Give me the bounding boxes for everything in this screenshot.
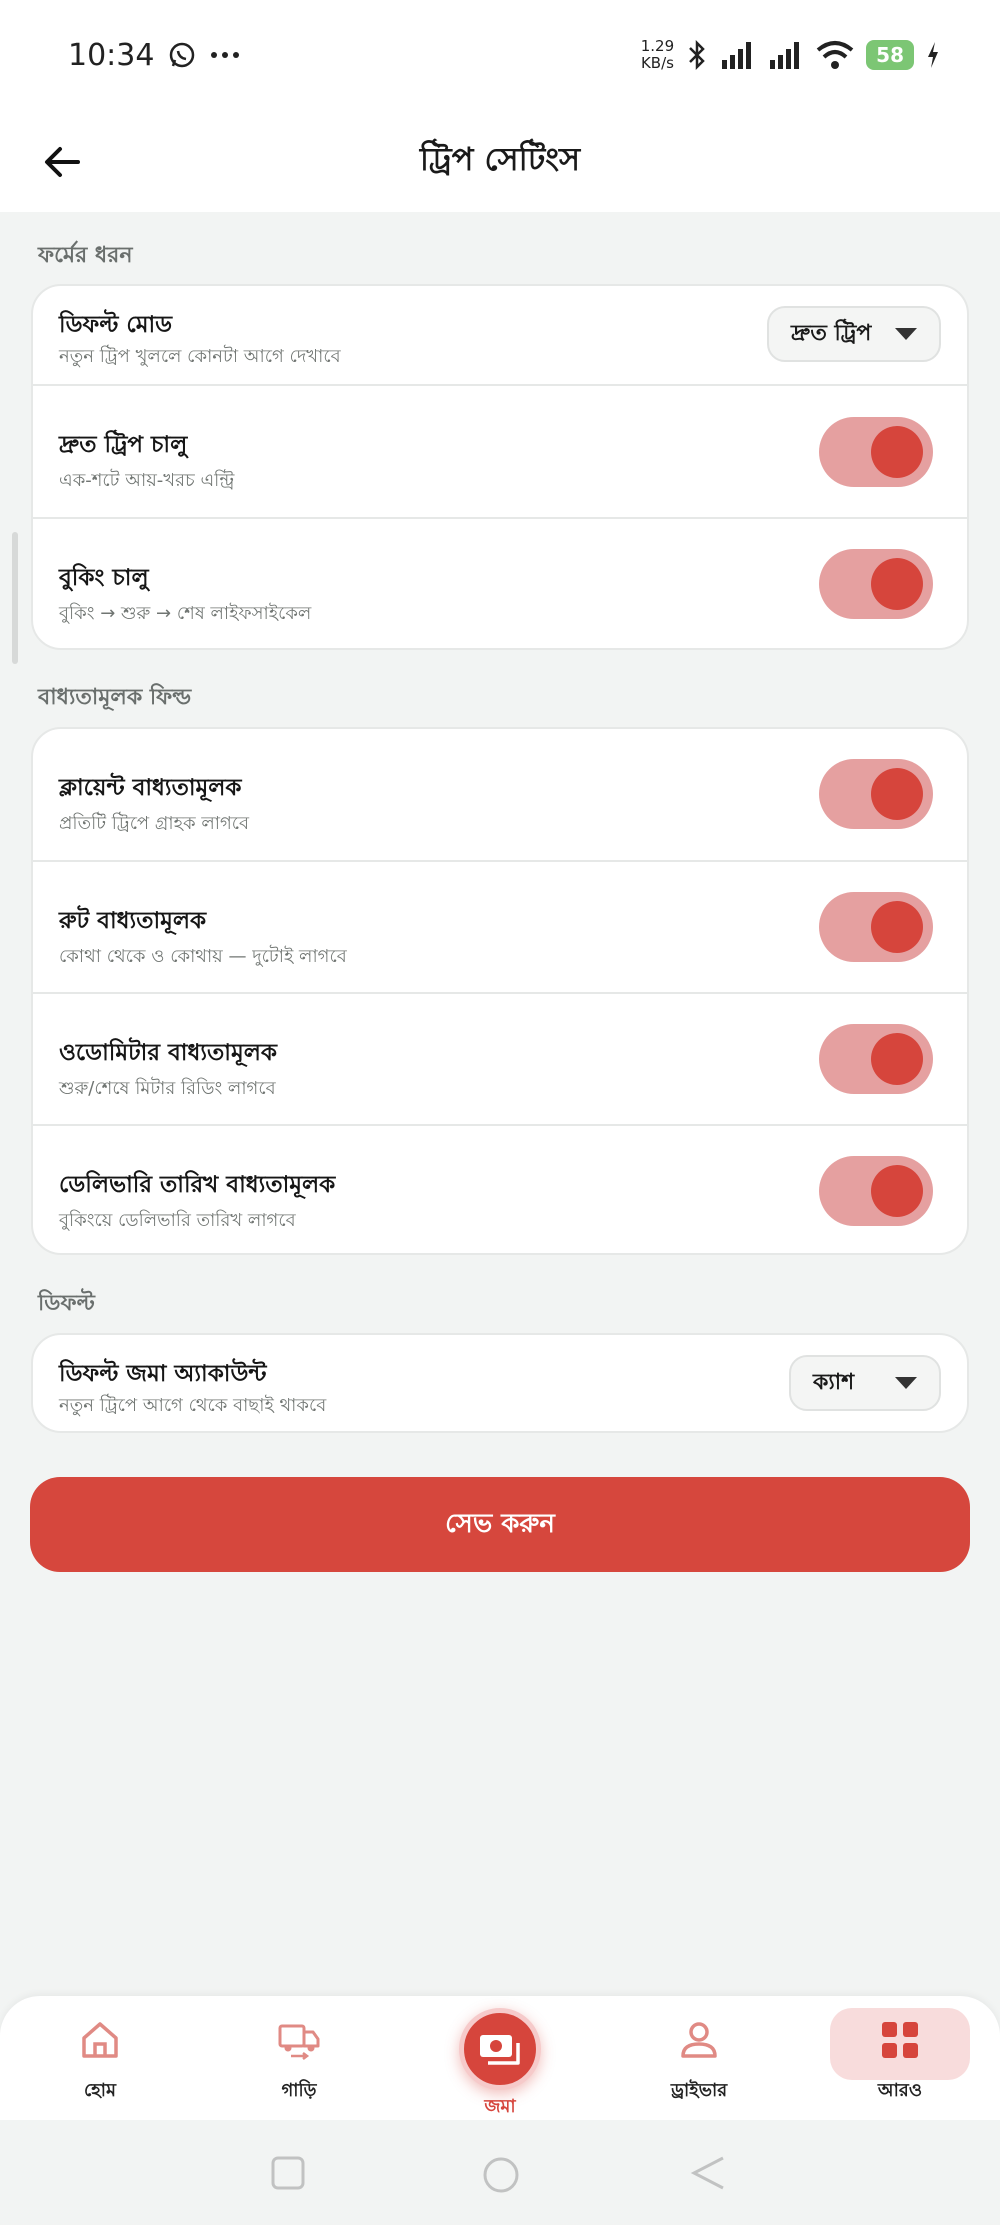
client-required-title: ক্লায়েন্ট বাধ্যতামূলক bbox=[59, 775, 242, 801]
status-time: 10:34 bbox=[68, 37, 155, 73]
card-defaults: ডিফল্ট জমা অ্যাকাউন্ট নতুন ট্রিপে আগে থে… bbox=[31, 1333, 969, 1433]
odometer-required-subtitle: শুরু/শেষে মিটার রিডিং লাগবে bbox=[59, 1078, 276, 1099]
route-required-toggle[interactable] bbox=[819, 892, 933, 962]
truck-icon bbox=[278, 2024, 320, 2060]
nav-deposit-fab[interactable] bbox=[459, 2008, 541, 2090]
wifi-icon bbox=[816, 41, 854, 69]
default-mode-title: ডিফল্ট মোড bbox=[59, 312, 173, 338]
row-odometer-required: ওডোমিটার বাধ্যতামূলক শুরু/শেষে মিটার রিড… bbox=[33, 994, 967, 1126]
quick-trip-title: দ্রুত ট্রিপ চালু bbox=[59, 432, 188, 458]
route-required-subtitle: কোথা থেকে ও কোথায় — দুটোই লাগবে bbox=[59, 946, 347, 967]
charging-icon bbox=[928, 42, 938, 68]
toggle-knob bbox=[871, 426, 923, 478]
money-icon bbox=[480, 2035, 520, 2065]
nav-vehicles[interactable]: গাড়ি bbox=[229, 1996, 369, 2120]
nav-more[interactable]: আরও bbox=[830, 1996, 970, 2120]
odometer-required-title: ওডোমিটার বাধ্যতামূলক bbox=[59, 1040, 277, 1066]
default-mode-value: দ্রুত ট্রিপ bbox=[791, 320, 872, 346]
nav-more-label: আরও bbox=[877, 2080, 923, 2101]
net-speed: 1.29 KB/s bbox=[641, 38, 674, 72]
home-button-icon[interactable] bbox=[481, 2155, 521, 2195]
recent-apps-icon[interactable] bbox=[270, 2155, 306, 2191]
section-label-form-type: ফর্মের ধরন bbox=[38, 243, 133, 268]
battery-level: 58 bbox=[876, 43, 904, 67]
quick-trip-toggle[interactable] bbox=[819, 417, 933, 487]
card-mandatory: ক্লায়েন্ট বাধ্যতামূলক প্রতিটি ট্রিপে গ্… bbox=[31, 727, 969, 1255]
default-mode-dropdown[interactable]: দ্রুত ট্রিপ bbox=[767, 306, 941, 362]
booking-toggle[interactable] bbox=[819, 549, 933, 619]
toggle-knob bbox=[871, 558, 923, 610]
deposit-account-subtitle: নতুন ট্রিপে আগে থেকে বাছাই থাকবে bbox=[59, 1395, 327, 1416]
nav-deposit-label: জমা bbox=[484, 2096, 516, 2117]
back-button-icon[interactable] bbox=[690, 2155, 726, 2191]
section-label-mandatory: বাধ্যতামূলক ফিল্ড bbox=[38, 685, 192, 710]
home-icon bbox=[82, 2022, 118, 2058]
default-mode-subtitle: নতুন ট্রিপ খুললে কোনটা আগে দেখাবে bbox=[59, 346, 341, 367]
status-right: 1.29 KB/s 58 bbox=[641, 38, 940, 72]
nav-driver-label: ড্রাইভার bbox=[670, 2080, 728, 2101]
section-label-defaults: ডিফল্ট bbox=[38, 1291, 95, 1316]
nav-vehicles-label: গাড়ি bbox=[281, 2080, 317, 2101]
page-title: ট্রিপ সেটিংস bbox=[419, 140, 581, 178]
delivery-date-required-title: ডেলিভারি তারিখ বাধ্যতামূলক bbox=[59, 1172, 336, 1198]
nav-home[interactable]: হোম bbox=[30, 1996, 170, 2120]
row-booking: বুকিং চালু বুকিং → শুরু → শেষ লাইফসাইকেল bbox=[33, 519, 967, 648]
whatsapp-icon bbox=[170, 42, 195, 68]
save-button[interactable]: সেভ করুন bbox=[30, 1477, 970, 1572]
card-form-type: ডিফল্ট মোড নতুন ট্রিপ খুললে কোনটা আগে দে… bbox=[31, 284, 969, 650]
signal-icon bbox=[722, 42, 752, 69]
client-required-toggle[interactable] bbox=[819, 759, 933, 829]
status-left: 10:34 bbox=[68, 38, 240, 73]
user-icon bbox=[681, 2022, 717, 2058]
nav-driver[interactable]: ড্রাইভার bbox=[629, 1996, 769, 2120]
row-default-deposit-account: ডিফল্ট জমা অ্যাকাউন্ট নতুন ট্রিপে আগে থে… bbox=[33, 1335, 967, 1431]
net-speed-value: 1.29 bbox=[640, 37, 675, 55]
grid-icon bbox=[882, 2022, 918, 2058]
booking-title: বুকিং চালু bbox=[59, 565, 149, 591]
toggle-knob bbox=[871, 768, 923, 820]
odometer-required-toggle[interactable] bbox=[819, 1024, 933, 1094]
scrollbar[interactable] bbox=[12, 532, 18, 664]
chevron-down-icon bbox=[895, 1377, 917, 1389]
row-default-mode: ডিফল্ট মোড নতুন ট্রিপ খুললে কোনটা আগে দে… bbox=[33, 286, 967, 386]
nav-home-label: হোম bbox=[84, 2080, 116, 2101]
chevron-down-icon bbox=[895, 328, 917, 340]
booking-subtitle: বুকিং → শুরু → শেষ লাইফসাইকেল bbox=[59, 603, 312, 624]
delivery-date-required-toggle[interactable] bbox=[819, 1156, 933, 1226]
quick-trip-subtitle: এক-শটে আয়-খরচ এন্ট্রি bbox=[59, 470, 235, 491]
signal-icon-2 bbox=[770, 42, 800, 69]
row-delivery-date-required: ডেলিভারি তারিখ বাধ্যতামূলক বুকিংয়ে ডেলি… bbox=[33, 1126, 967, 1253]
app-bar: ট্রিপ সেটিংস bbox=[0, 110, 1000, 212]
row-route-required: রুট বাধ্যতামূলক কোথা থেকে ও কোথায় — দুট… bbox=[33, 862, 967, 994]
row-quick-trip: দ্রুত ট্রিপ চালু এক-শটে আয়-খরচ এন্ট্রি bbox=[33, 386, 967, 519]
deposit-account-value: ক্যাশ bbox=[813, 1369, 855, 1395]
client-required-subtitle: প্রতিটি ট্রিপে গ্রাহক লাগবে bbox=[59, 813, 250, 834]
toggle-knob bbox=[871, 901, 923, 953]
more-dots-icon bbox=[211, 52, 240, 58]
deposit-account-dropdown[interactable]: ক্যাশ bbox=[789, 1355, 941, 1411]
battery-icon: 58 bbox=[866, 40, 914, 70]
status-bar: 10:34 1.29 KB/s 58 bbox=[0, 0, 1000, 110]
arrow-left-icon[interactable] bbox=[38, 138, 86, 186]
toggle-knob bbox=[871, 1165, 923, 1217]
bluetooth-icon bbox=[689, 39, 705, 71]
delivery-date-required-subtitle: বুকিংয়ে ডেলিভারি তারিখ লাগবে bbox=[59, 1210, 296, 1231]
net-speed-unit: KB/s bbox=[640, 54, 674, 72]
row-client-required: ক্লায়েন্ট বাধ্যতামূলক প্রতিটি ট্রিপে গ্… bbox=[33, 729, 967, 862]
deposit-account-title: ডিফল্ট জমা অ্যাকাউন্ট bbox=[59, 1361, 267, 1387]
route-required-title: রুট বাধ্যতামূলক bbox=[59, 908, 207, 934]
toggle-knob bbox=[871, 1033, 923, 1085]
